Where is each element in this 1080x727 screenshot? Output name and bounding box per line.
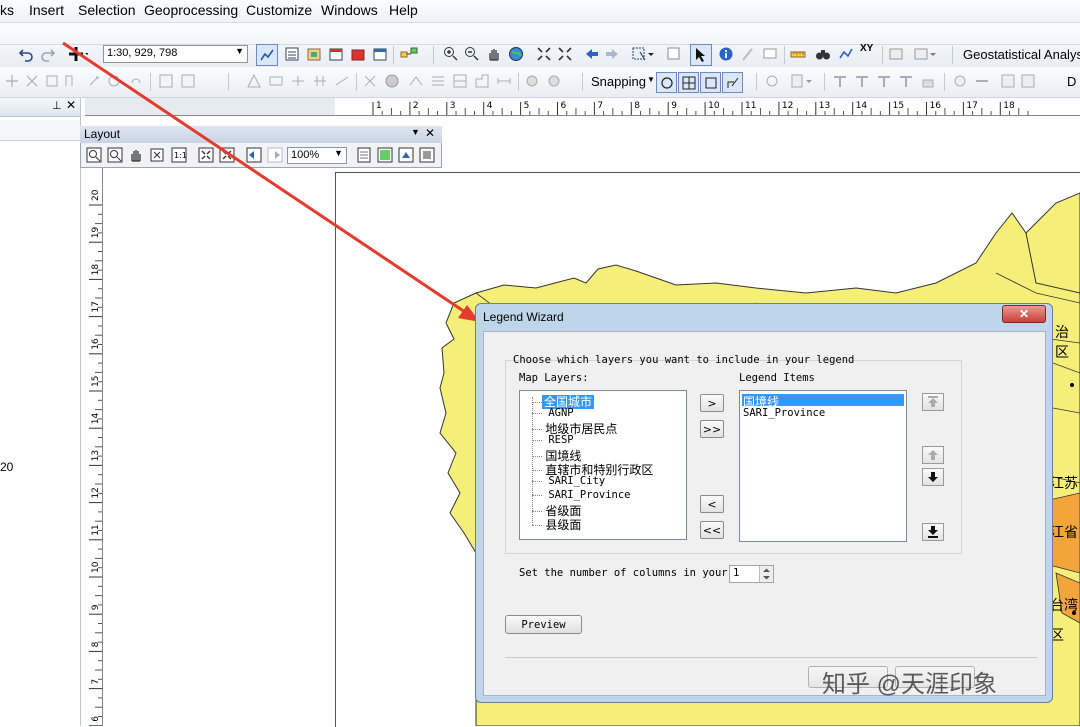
list-item[interactable]: AGNP xyxy=(532,407,574,419)
watermark: 知乎 @天涯印象 xyxy=(822,671,998,698)
list-item[interactable]: SARI_Province xyxy=(743,407,825,419)
list-item[interactable]: RESP xyxy=(532,434,574,446)
arrow-up-icon xyxy=(928,450,938,460)
tree-connector xyxy=(532,470,542,472)
move-to-bottom-button[interactable] xyxy=(922,523,944,541)
tree-connector xyxy=(532,439,542,441)
list-item-label: 县级面 xyxy=(545,518,582,532)
spinner-arrows-icon xyxy=(763,568,770,580)
tree-connector xyxy=(532,402,542,404)
map-layers-label: Map Layers: xyxy=(519,372,589,384)
map-layers-listbox[interactable]: 全国城市 AGNP 地级市居民点 RESP 国境线 直辖市和特别行政区 SARI… xyxy=(519,390,687,540)
columns-spinner[interactable]: 1 xyxy=(729,565,774,583)
dialog-divider xyxy=(505,657,1037,658)
list-item-label: AGNP xyxy=(548,407,574,419)
tree-connector xyxy=(532,525,542,527)
move-down-button[interactable] xyxy=(922,468,944,486)
list-item-label: SARI_City xyxy=(548,475,606,487)
remove-all-layers-button[interactable]: << xyxy=(700,521,724,539)
legend-items-label: Legend Items xyxy=(739,372,815,384)
tree-connector xyxy=(532,456,542,458)
add-all-layers-button[interactable]: >> xyxy=(700,420,724,438)
move-bottom-icon xyxy=(928,526,938,538)
spinner-buttons[interactable] xyxy=(759,566,773,582)
instruction-text: Choose which layers you want to include … xyxy=(513,354,855,366)
preview-button[interactable]: Preview xyxy=(505,615,582,634)
list-item-label: SARI_Province xyxy=(548,489,631,501)
move-top-icon xyxy=(928,396,938,407)
columns-value: 1 xyxy=(733,567,740,579)
close-icon: ✕ xyxy=(1018,307,1030,321)
list-item[interactable]: SARI_City xyxy=(532,475,605,487)
add-layer-button[interactable]: > xyxy=(700,394,724,412)
dialog-close-button[interactable]: ✕ xyxy=(1002,305,1046,323)
move-to-top-button[interactable] xyxy=(922,393,944,411)
tree-connector xyxy=(532,429,542,431)
tree-connector xyxy=(532,412,542,414)
legend-items-listbox[interactable]: 国境线 SARI_Province xyxy=(739,390,907,542)
columns-label: Set the number of columns in your xyxy=(519,567,728,579)
tree-connector xyxy=(532,480,542,482)
remove-layer-button[interactable]: < xyxy=(700,495,724,513)
list-item-label: RESP xyxy=(548,434,574,446)
move-up-button[interactable] xyxy=(922,446,944,464)
list-item[interactable]: 县级面 xyxy=(532,516,581,533)
arrow-down-icon xyxy=(928,472,938,482)
list-item[interactable]: SARI_Province xyxy=(532,489,631,501)
dialog-title: Legend Wizard xyxy=(483,310,564,324)
tree-connector xyxy=(532,511,542,513)
tree-connector xyxy=(532,494,542,496)
